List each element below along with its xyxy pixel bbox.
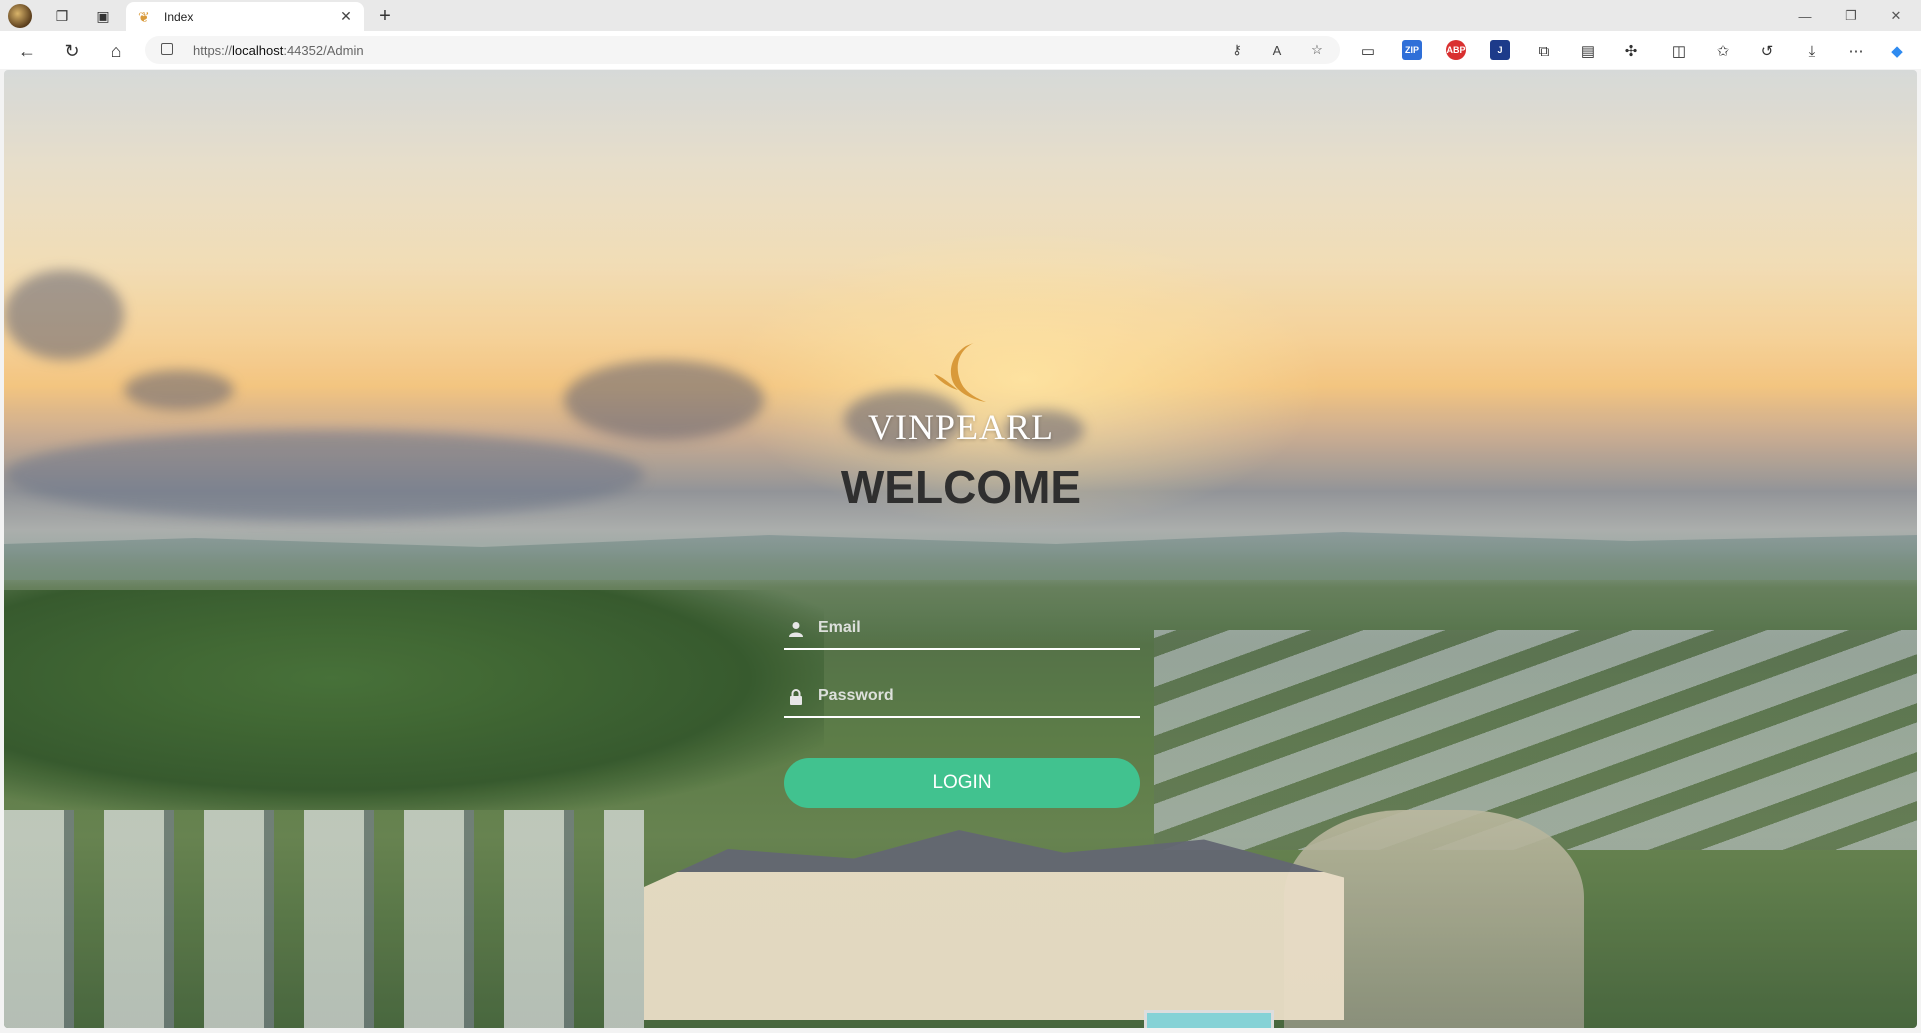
vinpearl-swan-icon bbox=[934, 342, 986, 402]
login-form: VINPEARL WELCOME LOGIN bbox=[780, 340, 1142, 820]
url-path: :44352/Admin bbox=[283, 43, 364, 58]
tab-title: Index bbox=[164, 9, 194, 24]
password-field bbox=[784, 676, 1140, 718]
page-viewport: VINPEARL WELCOME LOGIN bbox=[4, 70, 1917, 1028]
restore-button[interactable]: ❐ bbox=[1837, 6, 1865, 26]
browser-toolbar: ← ↻ ⌂ https://localhost:44352/Admin ⚷ A … bbox=[0, 31, 1921, 69]
favorite-star-icon[interactable]: ☆ bbox=[1308, 41, 1326, 59]
email-field bbox=[784, 608, 1140, 650]
brand-name: VINPEARL bbox=[868, 407, 1054, 447]
minimize-button[interactable]: — bbox=[1791, 6, 1819, 26]
downloads-icon[interactable]: ⤓ bbox=[1801, 40, 1823, 62]
extensions-puzzle-icon[interactable]: ✣ bbox=[1620, 40, 1642, 62]
password-input[interactable] bbox=[818, 682, 1128, 710]
url-text[interactable]: https://localhost:44352/Admin bbox=[193, 43, 364, 58]
j-extension-icon[interactable]: J bbox=[1490, 40, 1510, 60]
favorites-icon[interactable]: ✩ bbox=[1712, 40, 1734, 62]
adblock-extension-icon[interactable]: ABP bbox=[1446, 40, 1466, 60]
new-tab-button[interactable]: + bbox=[374, 5, 396, 27]
copilot-icon[interactable]: ◆ bbox=[1886, 40, 1908, 62]
vinpearl-logo: VINPEARL bbox=[780, 340, 1142, 450]
lock-icon[interactable] bbox=[161, 43, 173, 55]
email-input[interactable] bbox=[818, 614, 1128, 642]
password-key-icon[interactable]: ⚷ bbox=[1228, 41, 1246, 59]
media-icon[interactable]: ▭ bbox=[1357, 40, 1379, 62]
profile-avatar[interactable] bbox=[8, 4, 32, 28]
workspaces-icon[interactable]: ❐ bbox=[52, 6, 72, 26]
back-button[interactable]: ← bbox=[16, 40, 38, 62]
address-bar[interactable]: https://localhost:44352/Admin ⚷ A ☆ bbox=[145, 36, 1340, 64]
url-scheme: https:// bbox=[193, 43, 233, 58]
user-icon bbox=[788, 620, 804, 638]
home-button[interactable]: ⌂ bbox=[105, 40, 127, 62]
image-extension-icon[interactable]: ▤ bbox=[1577, 40, 1599, 62]
vertical-tabs-icon[interactable]: ▣ bbox=[93, 6, 113, 26]
login-button[interactable]: LOGIN bbox=[784, 758, 1140, 808]
split-screen-icon[interactable]: ◫ bbox=[1668, 40, 1690, 62]
browser-tab-strip: ❐ ▣ ❦ Index ✕ + — ❐ ✕ bbox=[0, 0, 1921, 31]
read-aloud-icon[interactable]: A bbox=[1268, 41, 1286, 59]
close-window-button[interactable]: ✕ bbox=[1882, 6, 1910, 26]
lock-icon bbox=[788, 688, 804, 706]
refresh-button[interactable]: ↻ bbox=[61, 40, 83, 62]
history-icon[interactable]: ↺ bbox=[1756, 40, 1778, 62]
url-host: localhost bbox=[232, 43, 284, 58]
more-menu-icon[interactable]: ⋯ bbox=[1845, 40, 1867, 62]
active-tab[interactable]: ❦ Index ✕ bbox=[126, 2, 364, 31]
zip-extension-icon[interactable]: ZIP bbox=[1402, 40, 1422, 60]
screenshot-extension-icon[interactable]: ⧉ bbox=[1533, 40, 1555, 62]
welcome-heading: WELCOME bbox=[840, 461, 1082, 513]
close-tab-icon[interactable]: ✕ bbox=[336, 7, 356, 27]
vinpearl-favicon-icon: ❦ bbox=[138, 8, 150, 25]
